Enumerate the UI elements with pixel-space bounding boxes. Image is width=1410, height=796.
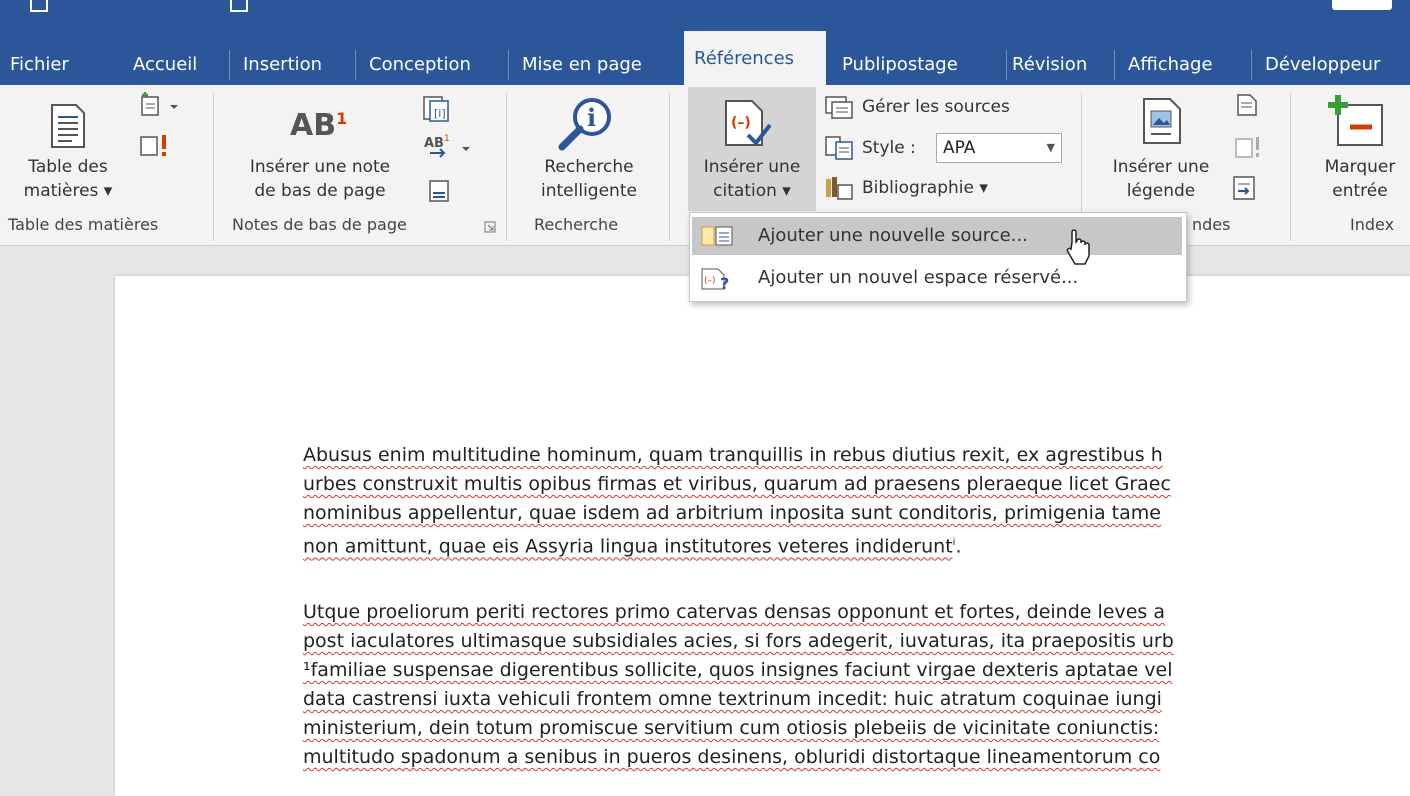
text-line: multitudo spadonum a senibus in pueros d… [303,746,1161,768]
insert-citation-label-1: Insérer une [703,157,801,177]
text-line: nominibus appellentur, quae isdem ad arb… [303,502,1161,524]
tab-conception[interactable]: Conception [359,44,481,85]
qat-icon-2[interactable] [230,0,248,12]
next-footnote-icon[interactable]: AB 1 [424,133,474,163]
chevron-down-icon: ▼ [1046,141,1055,154]
tab-references[interactable]: Références [684,31,826,85]
svg-text:(–): (–) [704,276,716,286]
svg-text:?: ? [720,274,729,291]
text-line: Utque proeliorum periti rectores primo c… [303,601,1165,623]
group-label-footnotes: Notes de bas de page [232,215,407,234]
menu-item-label: Ajouter une nouvelle source... [758,225,1028,246]
insert-citation-menu: Ajouter une nouvelle source... (–) ? Ajo… [689,212,1187,302]
tab-insertion[interactable]: Insertion [233,44,332,85]
svg-text:i: i [587,103,596,132]
tab-accueil[interactable]: Accueil [123,44,207,85]
title-bar [0,0,1410,26]
toc-label-1: Table des [28,157,108,177]
text-line: post iaculatores ultimasque subsidiales … [303,630,1174,652]
menu-item-add-new-source[interactable]: Ajouter une nouvelle source... [692,217,1182,255]
text-line: urbes construxit multis opibus firmas et… [303,473,1171,495]
bibliography-button[interactable]: Bibliographie ▾ [862,176,988,200]
table-of-contents-icon[interactable] [50,103,86,149]
placeholder-icon: (–) ? [701,268,729,291]
tab-fichier[interactable]: Fichier [0,44,79,85]
tab-mise-en-page[interactable]: Mise en page [512,44,652,85]
smart-lookup-icon[interactable]: i [556,95,614,153]
insert-citation-icon[interactable]: (–) [722,99,774,151]
mark-entry-label-2: entrée [1332,181,1388,201]
new-source-icon [701,226,733,246]
footnote-label-2: de bas de page [254,181,386,201]
svg-text:[i]: [i] [434,107,446,120]
document-page[interactable]: Abusus enim multitudine hominum, quam tr… [115,276,1410,796]
paragraph-1[interactable]: Abusus enim multitudine hominum, quam tr… [303,441,1410,561]
group-label-captions: ndes [1192,215,1231,234]
tell-me-box[interactable] [1332,0,1392,10]
menu-item-add-placeholder[interactable]: (–) ? Ajouter un nouvel espace réservé..… [692,259,1182,297]
qat-icon[interactable] [30,0,48,12]
text-line: ministerium, dein totum promiscue servit… [303,717,1160,739]
show-notes-icon[interactable] [428,179,450,203]
insert-table-of-figures-icon[interactable] [1236,93,1258,117]
group-label-toc: Table des matières [8,215,159,234]
footnote-icon[interactable]: AB1 [290,107,347,141]
style-label: Style : [862,138,916,158]
text-line: data castrensi iuxta vehiculi frontem om… [303,688,1162,710]
tab-developpeur[interactable]: Développeur [1255,44,1390,85]
mark-entry-label-1: Marquer [1324,157,1396,177]
ribbon-tabs: Fichier Accueil Insertion Conception Mis… [0,26,1410,85]
add-text-icon[interactable] [138,91,188,117]
manage-sources-icon [825,96,853,119]
svg-text:(–): (–) [731,115,751,131]
dialog-launcher-icon[interactable] [484,221,496,233]
mouse-cursor-icon [1066,229,1090,265]
document-area: Abusus enim multitudine hominum, quam tr… [0,246,1410,796]
group-label-research: Recherche [534,215,619,234]
paragraph-2[interactable]: Utque proeliorum periti rectores primo c… [303,598,1410,772]
update-figures-icon[interactable] [1234,135,1264,161]
tab-affichage[interactable]: Affichage [1118,44,1223,85]
text-line: ¹familiae suspensae digerentibus sollici… [303,659,1173,681]
text-line: non amittunt, quae eis Assyria lingua in… [303,535,953,558]
mark-entry-icon[interactable] [1320,91,1390,147]
citation-style-select[interactable]: APA ▼ [936,133,1062,163]
caption-label-2: légende [1126,181,1196,201]
cross-reference-icon[interactable] [1232,175,1260,203]
svg-text:1: 1 [444,134,450,144]
toc-label-2[interactable]: matières ▾ [16,179,120,203]
insert-caption-icon[interactable] [1142,97,1182,145]
caption-label-1: Insérer une [1112,157,1210,177]
bibliography-icon [826,177,853,200]
research-label-2: intelligente [541,181,637,201]
citation-style-value: APA [943,138,976,158]
menu-item-label: Ajouter un nouvel espace réservé... [758,267,1079,288]
insert-citation-label-2: citation ▾ [713,181,791,201]
manage-sources-button[interactable]: Gérer les sources [862,95,1010,119]
style-icon [825,136,853,160]
tab-publipostage[interactable]: Publipostage [832,44,968,85]
tab-revision[interactable]: Révision [1002,44,1097,85]
research-label-1: Recherche [544,157,634,177]
group-label-index: Index [1350,215,1395,234]
insert-endnote-icon[interactable]: [i] [422,95,452,123]
text-line: Abusus enim multitudine hominum, quam tr… [303,444,1163,466]
update-table-icon[interactable] [138,133,174,159]
footnote-label-1: Insérer une note [249,157,391,177]
